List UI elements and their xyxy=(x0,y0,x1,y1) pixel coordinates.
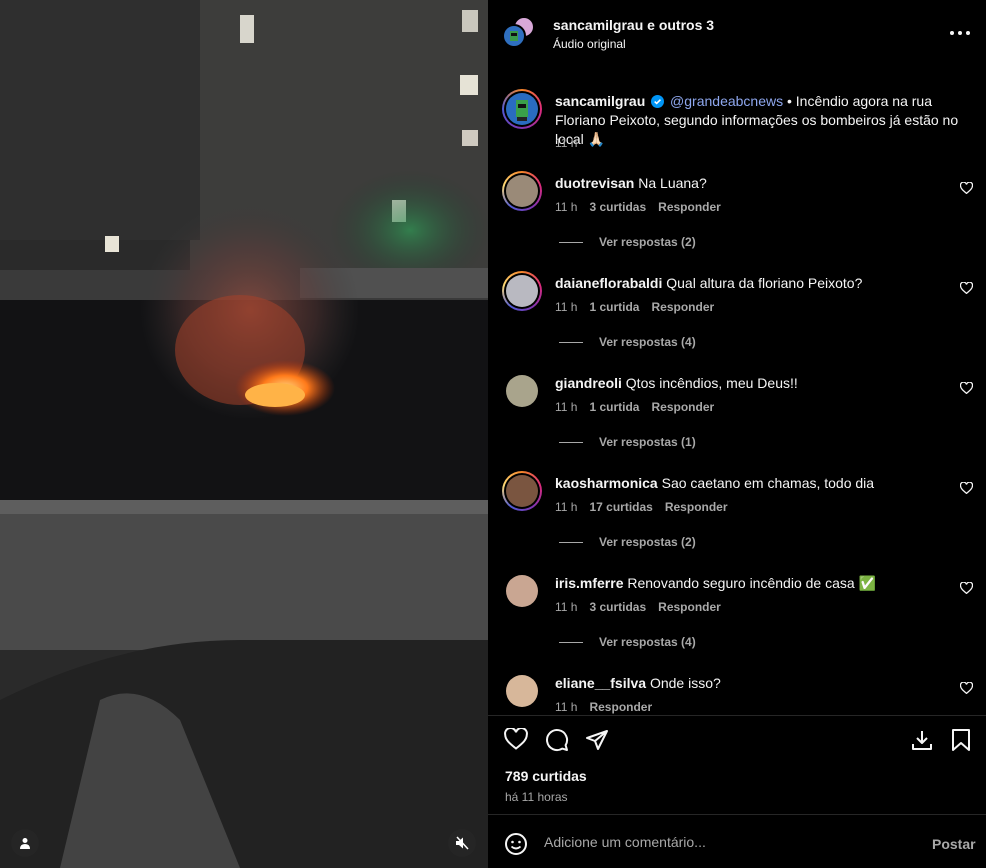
reply-button[interactable]: Responder xyxy=(658,600,721,614)
view-replies-button[interactable]: Ver respostas (2) xyxy=(559,235,696,249)
comment-meta: 11 h 3 curtidas Responder xyxy=(555,600,721,614)
like-heart-icon[interactable] xyxy=(504,728,528,750)
comment-text: Qual altura da floriano Peixoto? xyxy=(666,275,863,291)
comment-line: iris.mferre Renovando seguro incêndio de… xyxy=(555,574,876,593)
comment-likes[interactable]: 17 curtidas xyxy=(589,500,652,514)
comment-avatar[interactable] xyxy=(502,471,542,511)
comment-meta: 11 h 3 curtidas Responder xyxy=(555,200,721,214)
comment-username[interactable]: giandreoli xyxy=(555,375,622,391)
comment-item: kaosharmonica Sao caetano em chamas, tod… xyxy=(488,471,986,571)
mute-toggle-button[interactable] xyxy=(448,829,476,857)
comment-username[interactable]: daianeflorabaldi xyxy=(555,275,662,291)
action-bar xyxy=(488,715,986,765)
reply-button[interactable]: Responder xyxy=(658,200,721,214)
comment-avatar[interactable] xyxy=(502,271,542,311)
comment-time: 11 h xyxy=(555,500,578,514)
comment-time: 11 h xyxy=(555,600,578,614)
comment-text: Renovando seguro incêndio de casa ✅ xyxy=(627,575,876,591)
caption-text: sancamilgrau @grandeabcnews • Incêndio a… xyxy=(555,92,975,149)
heart-icon[interactable] xyxy=(960,382,973,394)
comment-avatar[interactable] xyxy=(502,671,542,711)
comment-time: 11 h xyxy=(555,300,578,314)
view-replies-button[interactable]: Ver respostas (4) xyxy=(559,635,696,649)
comment-avatar[interactable] xyxy=(502,571,542,611)
heart-icon[interactable] xyxy=(960,282,973,294)
emoji-icon[interactable] xyxy=(504,832,528,856)
comment-meta: 11 h 1 curtida Responder xyxy=(555,400,714,414)
view-replies-button[interactable]: Ver respostas (1) xyxy=(559,435,696,449)
reply-button[interactable]: Responder xyxy=(589,700,652,714)
comment-username[interactable]: kaosharmonica xyxy=(555,475,658,491)
comment-username[interactable]: eliane__fsilva xyxy=(555,675,646,691)
comment-likes[interactable]: 1 curtida xyxy=(589,300,639,314)
caption-time: 11 h xyxy=(555,136,578,150)
view-replies-button[interactable]: Ver respostas (2) xyxy=(559,535,696,549)
heart-icon[interactable] xyxy=(960,182,973,194)
more-horizontal-icon xyxy=(950,31,954,35)
caption-mention[interactable]: @grandeabcnews xyxy=(670,93,783,109)
post-panel: sancamilgrau e outros 3 Áudio original s… xyxy=(488,0,986,868)
verified-badge-icon xyxy=(651,95,665,108)
comment-item: giandreoli Qtos incêndios, meu Deus!! 11… xyxy=(488,371,986,471)
caption-avatar[interactable] xyxy=(502,89,542,129)
caption-username[interactable]: sancamilgrau xyxy=(555,93,645,109)
comment-avatar[interactable] xyxy=(502,371,542,411)
more-options-button[interactable] xyxy=(950,25,970,41)
share-paper-plane-icon[interactable] xyxy=(585,728,609,752)
heart-icon[interactable] xyxy=(960,682,973,694)
post-comment-button[interactable]: Postar xyxy=(932,836,976,852)
comment-username[interactable]: iris.mferre xyxy=(555,575,623,591)
comment-meta: 11 h Responder xyxy=(555,700,652,714)
comment-line: giandreoli Qtos incêndios, meu Deus!! xyxy=(555,374,798,393)
comment-avatar[interactable] xyxy=(502,171,542,211)
heart-icon[interactable] xyxy=(960,482,973,494)
comment-item: daianeflorabaldi Qual altura da floriano… xyxy=(488,271,986,371)
comment-item: duotrevisan Na Luana? 11 h 3 curtidas Re… xyxy=(488,171,986,271)
comment-time: 11 h xyxy=(555,400,578,414)
post-header: sancamilgrau e outros 3 Áudio original xyxy=(488,0,986,70)
user-icon xyxy=(20,838,30,849)
bookmark-icon[interactable] xyxy=(950,728,972,752)
author-line[interactable]: sancamilgrau e outros 3 xyxy=(553,17,714,33)
comment-likes[interactable]: 3 curtidas xyxy=(589,200,646,214)
comment-item: eliane__fsilva Onde isso? 11 h Responder xyxy=(488,671,986,714)
comment-likes[interactable]: 1 curtida xyxy=(589,400,639,414)
comment-line: duotrevisan Na Luana? xyxy=(555,174,707,193)
comment-text: Sao caetano em chamas, todo dia xyxy=(661,475,875,491)
post-timestamp: há 11 horas xyxy=(505,790,568,804)
tagged-users-button[interactable] xyxy=(11,829,39,857)
comment-text: Na Luana? xyxy=(638,175,707,191)
comment-likes[interactable]: 3 curtidas xyxy=(589,600,646,614)
comment-line: eliane__fsilva Onde isso? xyxy=(555,674,721,693)
comment-line: daianeflorabaldi Qual altura da floriano… xyxy=(555,274,862,293)
reply-button[interactable]: Responder xyxy=(651,400,714,414)
comment-time: 11 h xyxy=(555,700,578,714)
comment-bubble-icon[interactable] xyxy=(545,728,569,752)
like-count[interactable]: 789 curtidas xyxy=(505,768,587,784)
reply-button[interactable]: Responder xyxy=(665,500,728,514)
view-replies-button[interactable]: Ver respostas (4) xyxy=(559,335,696,349)
comment-time: 11 h xyxy=(555,200,578,214)
download-icon[interactable] xyxy=(910,728,934,752)
speaker-muted-icon xyxy=(456,836,469,850)
comment-meta: 11 h 1 curtida Responder xyxy=(555,300,714,314)
audio-link[interactable]: Áudio original xyxy=(553,37,626,51)
comment-meta: 11 h 17 curtidas Responder xyxy=(555,500,728,514)
comment-line: kaosharmonica Sao caetano em chamas, tod… xyxy=(555,474,874,493)
comment-text: Onde isso? xyxy=(649,675,721,691)
comment-username[interactable]: duotrevisan xyxy=(555,175,634,191)
author-avatar[interactable] xyxy=(502,24,526,48)
comments-list[interactable]: sancamilgrau @grandeabcnews • Incêndio a… xyxy=(488,71,986,714)
comment-item: iris.mferre Renovando seguro incêndio de… xyxy=(488,571,986,671)
reply-button[interactable]: Responder xyxy=(651,300,714,314)
comment-text: Qtos incêndios, meu Deus!! xyxy=(625,375,798,391)
video-frame xyxy=(0,0,488,868)
heart-icon[interactable] xyxy=(960,582,973,594)
video-player[interactable] xyxy=(0,0,488,868)
comment-composer: Postar xyxy=(488,814,986,868)
comment-input[interactable] xyxy=(544,829,904,855)
